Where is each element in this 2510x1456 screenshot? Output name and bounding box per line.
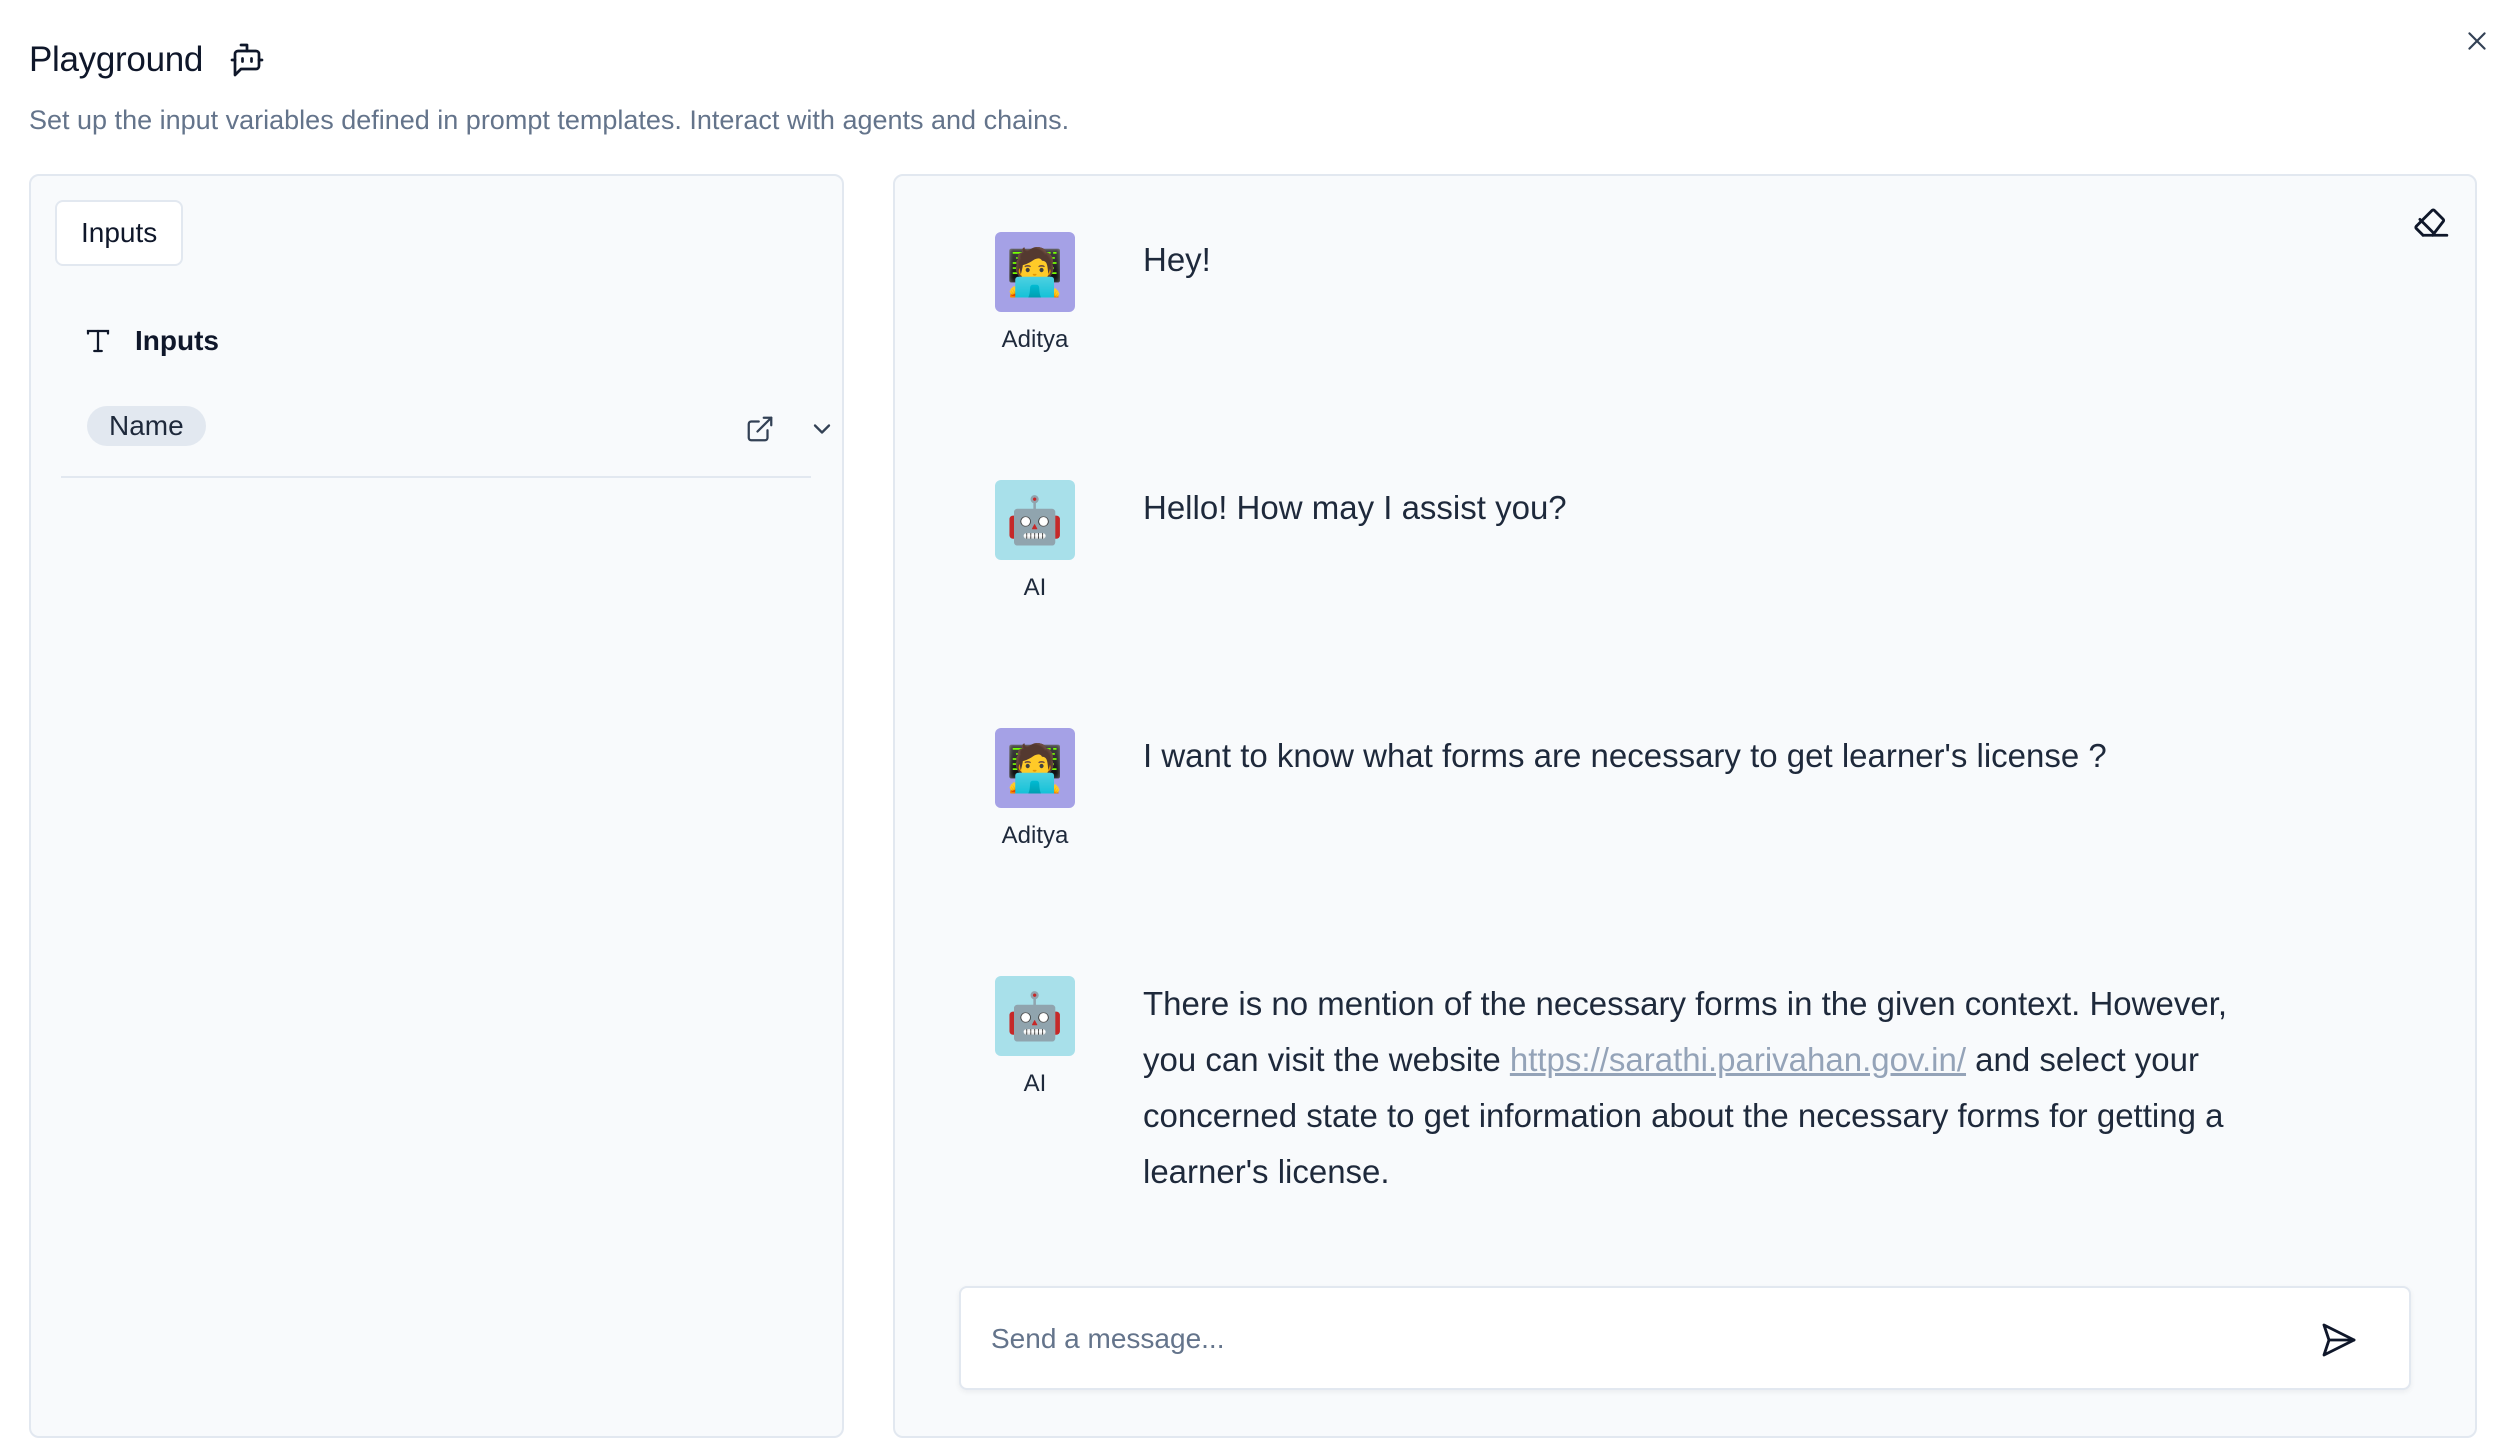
input-variable-row[interactable]: Name xyxy=(61,396,831,478)
message-text: There is no mention of the necessary for… xyxy=(1143,976,2243,1200)
send-icon[interactable] xyxy=(2315,1316,2363,1364)
message-author: 🧑‍💻 Aditya xyxy=(965,232,1105,354)
inputs-panel: Inputs Inputs Name xyxy=(29,174,844,1438)
page-title: Playground xyxy=(29,40,204,79)
user-avatar: 🧑‍💻 xyxy=(995,232,1075,312)
inputs-section-header: Inputs xyxy=(81,324,219,358)
author-name: AI xyxy=(1023,1070,1047,1097)
message-text: Hey! xyxy=(1143,241,1211,278)
page-subtitle: Set up the input variables defined in pr… xyxy=(29,105,1070,135)
eraser-icon[interactable] xyxy=(2410,200,2452,242)
bot-message-icon xyxy=(227,40,267,80)
external-link-icon[interactable] xyxy=(743,412,777,446)
message-author: 🤖 AI xyxy=(965,976,1105,1098)
author-name: Aditya xyxy=(1001,326,1069,353)
message-author: 🧑‍💻 Aditya xyxy=(965,728,1105,850)
message-text: Hello! How may I assist you? xyxy=(1143,489,1567,526)
inputs-section-label: Inputs xyxy=(135,325,219,356)
message-composer xyxy=(959,1286,2411,1390)
message-text: I want to know what forms are necessary … xyxy=(1143,737,2107,774)
tab-inputs[interactable]: Inputs xyxy=(55,200,184,266)
message-input[interactable] xyxy=(991,1310,2291,1368)
playground-modal: Playground Set up the input variables de… xyxy=(0,0,2510,1456)
message-author: 🤖 AI xyxy=(965,480,1105,602)
header: Playground xyxy=(29,40,267,80)
message-link[interactable]: https://sarathi.parivahan.gov.in/ xyxy=(1510,1041,1966,1078)
chevron-down-icon[interactable] xyxy=(805,412,839,446)
user-avatar: 🧑‍💻 xyxy=(995,728,1075,808)
chat-panel: 🧑‍💻 Aditya Hey! 🤖 AI Hello! How may I as… xyxy=(893,174,2477,1438)
author-name: AI xyxy=(1023,574,1047,601)
author-name: Aditya xyxy=(1001,822,1069,849)
close-icon[interactable] xyxy=(2458,22,2496,60)
text-type-icon xyxy=(81,324,115,358)
ai-avatar: 🤖 xyxy=(995,480,1075,560)
variable-name-badge: Name xyxy=(87,406,206,446)
ai-avatar: 🤖 xyxy=(995,976,1075,1056)
